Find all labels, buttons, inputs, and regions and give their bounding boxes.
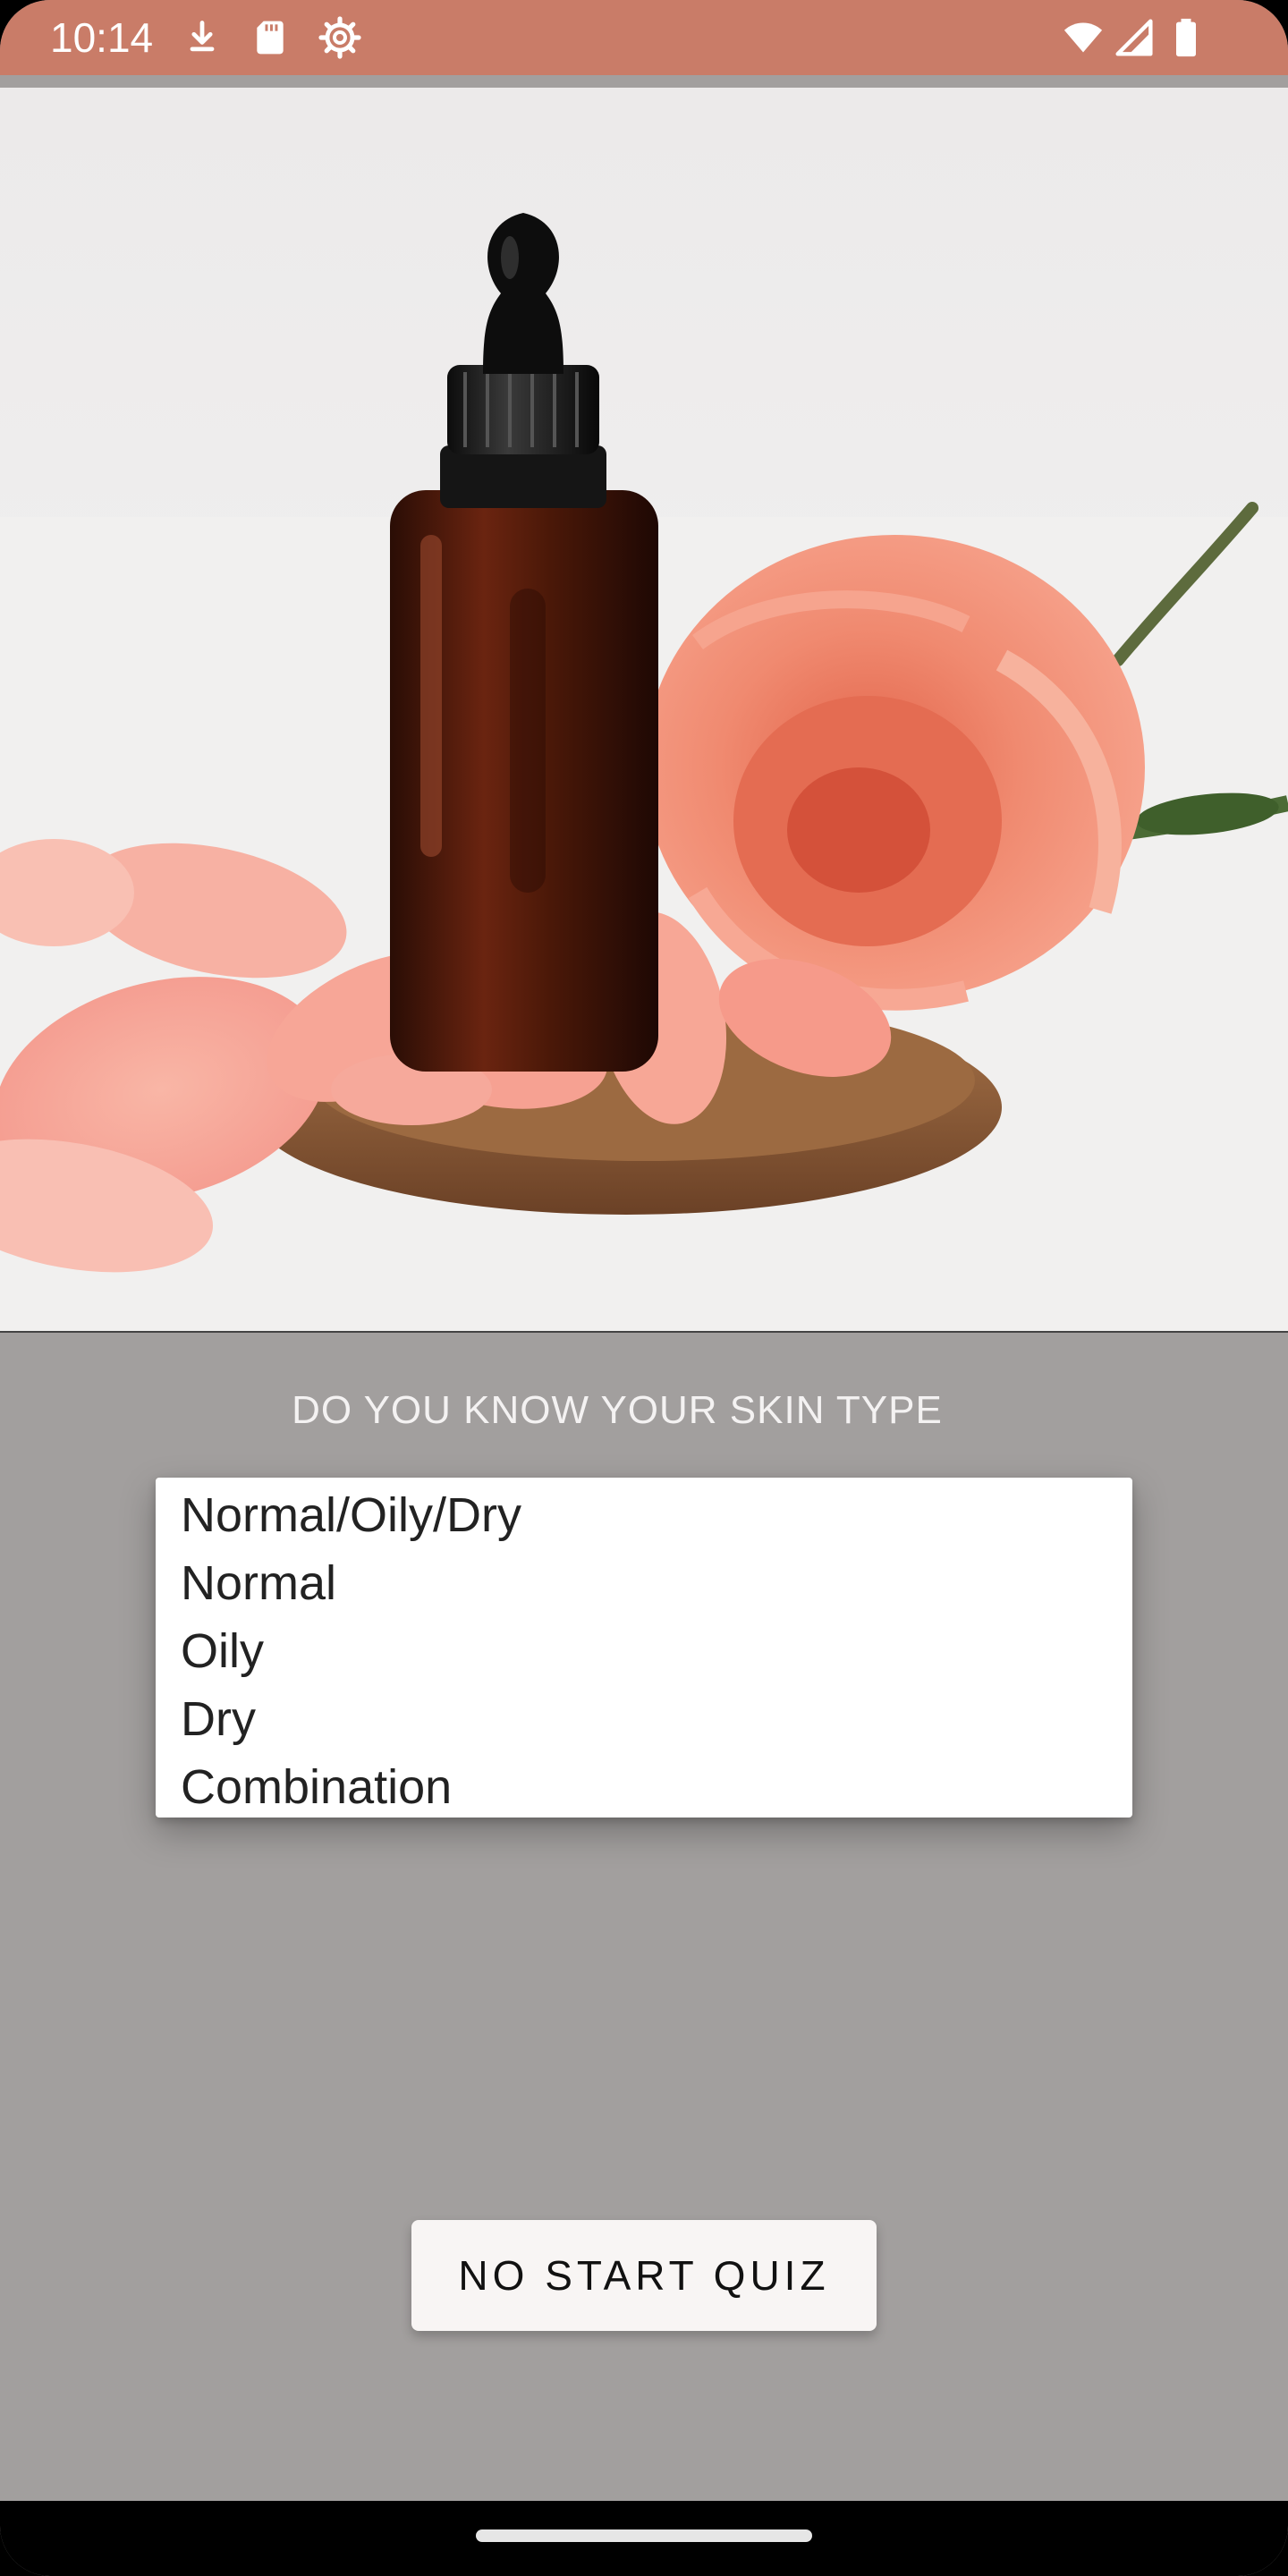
sd-card-icon xyxy=(257,21,284,55)
signal-icon xyxy=(1115,19,1153,56)
start-quiz-button[interactable]: NO START QUIZ xyxy=(411,2220,877,2331)
skin-type-dropdown-list[interactable]: Normal/Oily/Dry Normal Oily Dry Combinat… xyxy=(156,1478,1132,1818)
status-divider xyxy=(0,75,1288,88)
dropdown-option-normal[interactable]: Normal xyxy=(181,1549,336,1617)
wifi-icon xyxy=(1063,22,1103,53)
settings-gear-icon xyxy=(318,16,361,59)
app-screen: 10:14 DO YOU KNOW YOUR SKIN TYPE Normal/… xyxy=(0,0,1288,2576)
battery-icon xyxy=(1176,18,1196,57)
status-bar: 10:14 xyxy=(0,0,1288,75)
dropdown-option-oily[interactable]: Oily xyxy=(181,1617,264,1685)
navigation-bar xyxy=(0,2501,1288,2576)
status-time: 10:14 xyxy=(50,14,154,61)
skin-type-question: DO YOU KNOW YOUR SKIN TYPE xyxy=(292,1388,943,1432)
dropdown-option-combination[interactable]: Combination xyxy=(181,1753,452,1821)
hero-image xyxy=(0,88,1288,1333)
download-icon xyxy=(190,21,215,52)
hero-illustration xyxy=(0,213,1288,1331)
dropdown-option-dry[interactable]: Dry xyxy=(181,1685,256,1753)
dropdown-option-normal-oily-dry[interactable]: Normal/Oily/Dry xyxy=(181,1481,521,1549)
home-indicator[interactable] xyxy=(476,2529,812,2542)
